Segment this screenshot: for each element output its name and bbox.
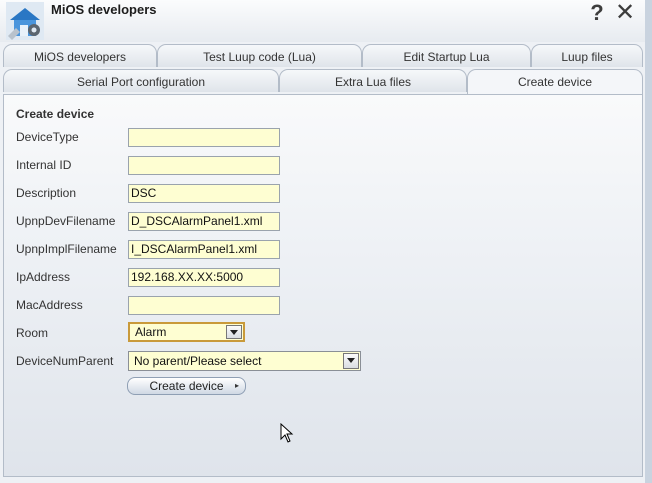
tab-mios-developers[interactable]: MiOS developers (3, 44, 157, 67)
label-mac-address: MacAddress (16, 298, 83, 312)
description-input[interactable]: DSC (128, 184, 280, 203)
label-upnp-dev-filename: UpnpDevFilename (16, 214, 116, 228)
tab-luup-files[interactable]: Luup files (531, 44, 643, 67)
section-title: Create device (16, 107, 95, 121)
upnp-impl-filename-input[interactable]: I_DSCAlarmPanel1.xml (128, 240, 280, 259)
ip-address-input[interactable]: 192.168.XX.XX:5000 (128, 268, 280, 287)
titlebar: MiOS developers ? ✕ (0, 0, 645, 42)
device-type-input[interactable] (128, 128, 280, 147)
device-num-parent-select[interactable]: No parent/Please select (128, 351, 361, 371)
mac-address-input[interactable] (128, 296, 280, 315)
room-selected-value: Alarm (135, 325, 167, 339)
label-description: Description (16, 186, 77, 200)
create-device-button-label: Create device (149, 379, 224, 393)
create-device-button[interactable]: Create device ▸ (127, 377, 246, 395)
label-room: Room (16, 326, 49, 340)
chevron-down-icon[interactable] (343, 353, 359, 369)
tab-serial-port-configuration[interactable]: Serial Port configuration (3, 69, 279, 92)
label-device-type: DeviceType (16, 130, 79, 144)
mios-developers-dialog: MiOS developers ? ✕ MiOS developers Test… (0, 0, 645, 483)
upnp-dev-filename-input[interactable]: D_DSCAlarmPanel1.xml (128, 212, 280, 231)
label-ip-address: IpAddress (16, 270, 71, 284)
label-internal-id: Internal ID (16, 158, 72, 172)
label-upnp-impl-filename: UpnpImplFilename (16, 242, 117, 256)
close-button[interactable]: ✕ (613, 0, 637, 26)
tab-extra-lua-files[interactable]: Extra Lua files (279, 69, 467, 92)
room-select[interactable]: Alarm (128, 322, 245, 342)
tab-edit-startup-lua[interactable]: Edit Startup Lua (362, 44, 531, 67)
tab-test-luup-code[interactable]: Test Luup code (Lua) (157, 44, 362, 67)
backdrop-edge (644, 0, 652, 483)
window-title: MiOS developers (51, 2, 157, 17)
help-button[interactable]: ? (587, 0, 607, 26)
create-device-panel (3, 94, 643, 477)
house-gear-icon (6, 2, 44, 40)
chevron-down-icon[interactable] (226, 325, 242, 339)
mouse-pointer-icon (280, 423, 294, 443)
tab-create-device[interactable]: Create device (467, 69, 643, 95)
internal-id-input[interactable] (128, 156, 280, 175)
parent-selected-value: No parent/Please select (134, 354, 262, 368)
label-device-num-parent: DeviceNumParent (16, 354, 114, 368)
arrow-right-icon: ▸ (234, 381, 239, 390)
